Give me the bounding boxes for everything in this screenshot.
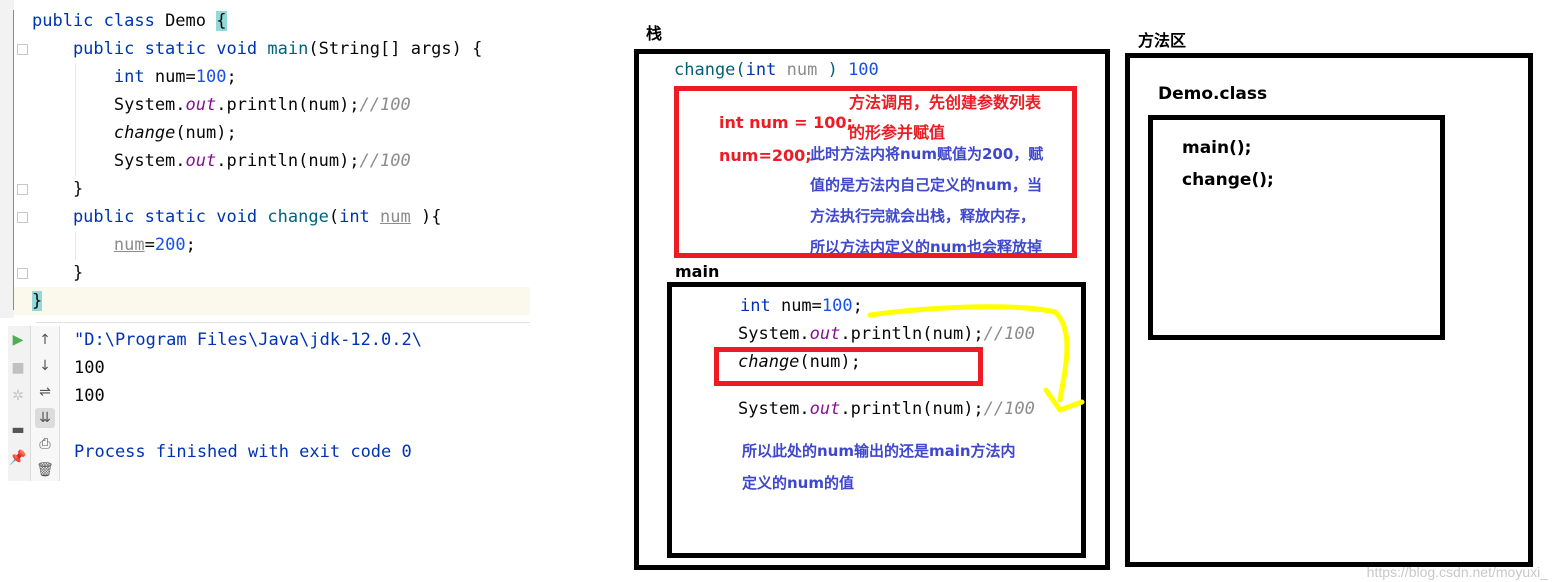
console-line: "D:\Program Files\Java\jdk-12.0.2\ — [74, 330, 422, 350]
fold-icon[interactable] — [17, 184, 28, 195]
code-editor[interactable]: public class Demo { public static void m… — [0, 0, 530, 318]
code-token: change — [113, 123, 176, 143]
console-line: 100 — [74, 358, 105, 378]
class-label: Demo.class — [1158, 84, 1268, 104]
code-line[interactable]: } — [32, 259, 83, 287]
code-token: out — [809, 324, 841, 344]
code-token: ){ — [410, 207, 442, 227]
code-token: public class — [32, 11, 166, 31]
fold-icon[interactable] — [17, 44, 28, 55]
code-token: ; — [185, 235, 196, 255]
code-token: ) — [827, 60, 838, 80]
param-assignment: num=200; — [719, 146, 812, 165]
flow-arrow-head — [1043, 387, 1085, 413]
main-frame-label: main — [675, 262, 720, 281]
code-token: //100 — [359, 95, 411, 115]
param-declaration: int num = 100; — [719, 113, 853, 132]
watermark: https://blog.csdn.net/moyuxi_ — [1366, 564, 1548, 580]
code-token: ; — [226, 67, 237, 87]
code-line[interactable]: System.out.println(num);//100 — [32, 91, 411, 119]
code-line[interactable]: } — [32, 287, 43, 315]
code-token: (num); — [175, 123, 237, 143]
code-token: change — [267, 207, 329, 227]
code-line[interactable]: change(num); — [32, 119, 237, 147]
flow-arrow-path — [867, 304, 1070, 403]
flow-arrow — [867, 304, 1085, 413]
code-token: change — [674, 60, 736, 80]
code-token: int — [32, 67, 155, 87]
note-line: 方法调用，先创建参数列表 — [849, 93, 1042, 112]
note-line: 值的是方法内自己定义的num，当 — [810, 176, 1042, 194]
fold-icon[interactable] — [17, 268, 28, 279]
code-token: num — [380, 207, 411, 227]
code-line[interactable]: num=200; — [32, 231, 196, 259]
note-line: 所以此处的num输出的还是main方法内 — [742, 442, 1016, 460]
code-token: 100 — [821, 296, 853, 316]
code-token: 100 — [195, 67, 227, 87]
code-token: main — [267, 39, 309, 59]
code-token: ( — [735, 60, 746, 80]
code-token: } — [32, 179, 84, 199]
code-token: 100 — [837, 60, 879, 80]
code-token: num= — [154, 67, 196, 87]
code-token: } — [32, 291, 43, 311]
code-token: { — [216, 11, 227, 31]
code-token: 200 — [154, 235, 186, 255]
code-line[interactable]: int num=100; — [32, 63, 237, 91]
code-line[interactable]: System.out.println(num);//100 — [32, 147, 411, 175]
code-token: num — [786, 60, 828, 80]
code-line[interactable]: public static void change(int num ){ — [32, 203, 442, 231]
code-token: int — [740, 296, 781, 316]
main-frame-note: 所以此处的num输出的还是main方法内 定义的num的值 — [742, 435, 1016, 499]
code-line[interactable]: public static void main(String[] args) { — [32, 35, 482, 63]
code-token: = — [144, 235, 155, 255]
code-line[interactable]: } — [32, 175, 83, 203]
code-token: System. — [738, 324, 810, 344]
code-token: public static void — [32, 207, 268, 227]
editor-gutter — [0, 0, 14, 318]
code-token: (String[] args) { — [308, 39, 483, 59]
method-area-label: 方法区 — [1138, 31, 1187, 50]
code-token: System. — [32, 151, 186, 171]
code-token: int — [745, 60, 787, 80]
code-token: out — [185, 95, 217, 115]
console-line: 100 — [74, 386, 105, 406]
code-token: num — [113, 235, 145, 255]
code-line[interactable]: public class Demo { — [32, 7, 227, 35]
note-line: 所以方法内定义的num也会释放掉 — [810, 238, 1042, 256]
code-token: System. — [738, 399, 810, 419]
code-token: //100 — [359, 151, 411, 171]
code-line: int num=100; — [740, 292, 863, 320]
stack-label: 栈 — [646, 24, 663, 43]
code-token: .println(num); — [216, 151, 360, 171]
current-line-highlight — [14, 287, 530, 315]
note-line: 此时方法内将num赋值为200，赋 — [810, 145, 1044, 163]
change-frame-note: 此时方法内将num赋值为200，赋 值的是方法内自己定义的num，当 方法执行完就会… — [810, 139, 1043, 263]
note-line: 方法执行完就会出栈，释放内存， — [810, 207, 1036, 225]
class-method: main(); — [1182, 138, 1252, 158]
console-line: Process finished with exit code 0 — [74, 442, 412, 462]
code-token: } — [32, 263, 84, 283]
code-token: Demo — [165, 11, 217, 31]
code-token: num= — [780, 296, 822, 316]
class-method: change(); — [1182, 170, 1274, 190]
code-token: out — [809, 399, 841, 419]
fold-icon[interactable] — [17, 212, 28, 223]
gutter-change-marker — [13, 10, 14, 310]
code-token: .println(num); — [216, 95, 360, 115]
note-line: 定义的num的值 — [742, 474, 854, 492]
code-token: ( — [328, 207, 340, 227]
console-output: "D:\Program Files\Java\jdk-12.0.2\ 100 100… — [0, 322, 530, 482]
code-token: public static void — [32, 39, 268, 59]
change-frame-header: change(int num ) 100 — [674, 56, 879, 84]
code-token: int — [339, 207, 381, 227]
code-token: out — [185, 151, 217, 171]
code-token: System. — [32, 95, 186, 115]
